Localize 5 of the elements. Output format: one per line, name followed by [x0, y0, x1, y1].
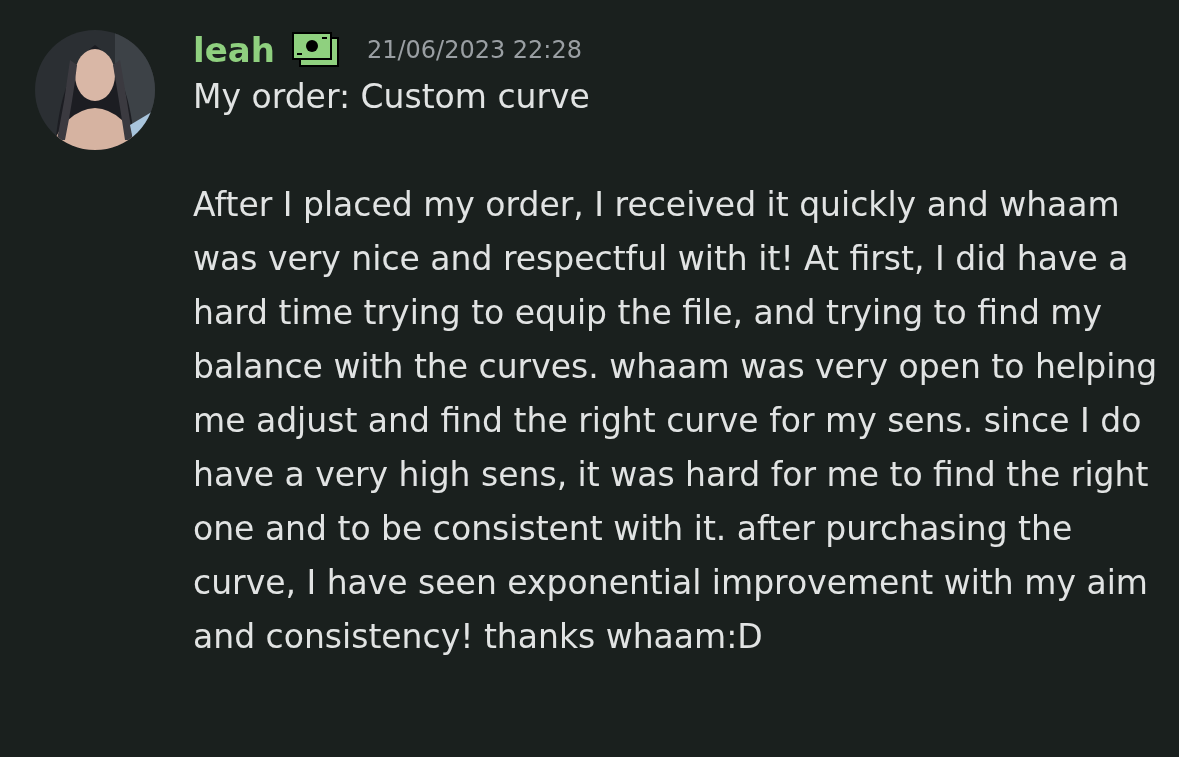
- money-icon: [290, 31, 341, 69]
- message-text: After I placed my order, I received it quickly and whaam was very nice and respectful with it! At first, I did have a hard time trying to equip the file, and trying to find my balance with the curves. whaam was very open to helping me adjust and find the right curve for my sens. since I do have a very high sens, it was hard for me to find the right one and to be consistent with it. after purchasing the curve, I have seen exponential improvement with my aim and consistency! thanks whaam:D: [193, 184, 1159, 658]
- message-text: My order: Custom curve: [193, 76, 591, 118]
- username[interactable]: leah: [193, 30, 275, 70]
- timestamp: 21/06/2023 22:28: [366, 36, 582, 64]
